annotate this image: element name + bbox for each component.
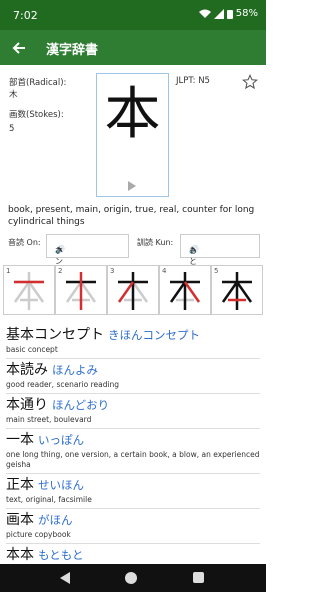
kanji-meaning: book, present, main, origin, true, real,… — [8, 205, 255, 227]
word-kanji: 正本 — [6, 477, 34, 493]
word-kanji: 基本コンセプト — [6, 327, 104, 343]
word-definition: good reader, scenario reading — [6, 380, 260, 394]
list-item[interactable]: 本通り ほんどおり main street, boulevard — [0, 394, 266, 429]
nav-home-icon[interactable] — [125, 572, 137, 584]
word-definition: text, original, facsimile — [6, 495, 260, 509]
stroke-step[interactable]: 3 — [107, 265, 159, 315]
kun-reading-value: もと — [189, 246, 197, 266]
on-reading-field[interactable]: 🔊 ホン — [46, 234, 129, 266]
stroke-diagram — [117, 272, 149, 310]
back-arrow-icon[interactable] — [10, 39, 28, 57]
list-item[interactable]: 基本コンセプト きほんコンセプト basic concept — [0, 324, 266, 359]
word-kanji: 本本 — [6, 547, 34, 563]
word-kana: がほん — [38, 513, 73, 527]
word-kana: いっぽん — [38, 433, 84, 447]
strokes-value: 5 — [9, 124, 15, 134]
favorite-star-icon[interactable] — [242, 74, 258, 90]
battery-icon — [226, 9, 233, 19]
app-bar: 漢字辞書 — [0, 30, 266, 65]
word-kana: せいほん — [38, 478, 84, 492]
stroke-diagram — [65, 272, 97, 310]
page-title: 漢字辞書 — [46, 43, 99, 58]
radical-value: 木 — [9, 90, 18, 100]
wifi-icon — [198, 9, 211, 18]
word-kana: きほんコンセプト — [108, 328, 200, 342]
word-kana: ほんどおり — [52, 398, 110, 412]
radical-label: 部首(Radical): — [9, 78, 67, 88]
list-item[interactable]: 本本 もともと — [0, 544, 266, 564]
list-item[interactable]: 画本 がほん picture copybook — [0, 509, 266, 544]
stroke-step[interactable]: 2 — [55, 265, 107, 315]
word-definition: basic concept — [6, 345, 260, 359]
kanji-display[interactable]: 本 — [96, 73, 169, 197]
on-reading-value: ホン — [55, 246, 63, 266]
kun-reading-field[interactable]: 🔊 もと — [180, 234, 260, 266]
stroke-step[interactable]: 5 — [211, 265, 263, 315]
word-kana: ほんよみ — [52, 363, 98, 377]
stroke-step[interactable]: 4 — [159, 265, 211, 315]
nav-back-icon[interactable] — [60, 572, 70, 584]
stroke-diagram — [169, 272, 201, 310]
word-kanji: 一本 — [6, 432, 34, 448]
on-reading-label: 音読 On: — [8, 238, 41, 247]
word-definition: picture copybook — [6, 530, 260, 544]
battery-level: 58% — [235, 8, 258, 19]
status-icons: 58% — [198, 8, 258, 19]
system-nav-bar — [0, 564, 266, 592]
status-time: 7:02 — [13, 9, 38, 22]
status-bar: 7:02 58% — [0, 0, 266, 30]
kanji-character: 本 — [104, 82, 161, 147]
play-icon[interactable] — [128, 181, 136, 191]
stroke-order-panel: 1 2 3 4 5 — [3, 265, 263, 315]
compound-word-list: 基本コンセプト きほんコンセプト basic concept 本読み ほんよみ go… — [0, 324, 266, 564]
stroke-diagram — [221, 272, 253, 310]
list-item[interactable]: 本読み ほんよみ good reader, scenario reading — [0, 359, 266, 394]
nav-recents-icon[interactable] — [193, 572, 204, 583]
word-kanji: 画本 — [6, 512, 34, 528]
word-kana: もともと — [38, 548, 84, 562]
word-kanji: 本読み — [6, 362, 48, 378]
jlpt-level: JLPT: N5 — [176, 76, 210, 86]
word-definition: one long thing, one version, a certain b… — [6, 450, 260, 474]
signal-icon — [213, 8, 224, 19]
stroke-step[interactable]: 1 — [3, 265, 55, 315]
word-definition: main street, boulevard — [6, 415, 260, 429]
word-kanji: 本通り — [6, 397, 48, 413]
list-item[interactable]: 一本 いっぽん one long thing, one version, a ce… — [0, 429, 266, 474]
list-item[interactable]: 正本 せいほん text, original, facsimile — [0, 474, 266, 509]
stroke-diagram — [13, 272, 45, 310]
kun-reading-label: 訓読 Kun: — [137, 238, 174, 247]
strokes-label: 画数(Stokes): — [9, 110, 64, 120]
